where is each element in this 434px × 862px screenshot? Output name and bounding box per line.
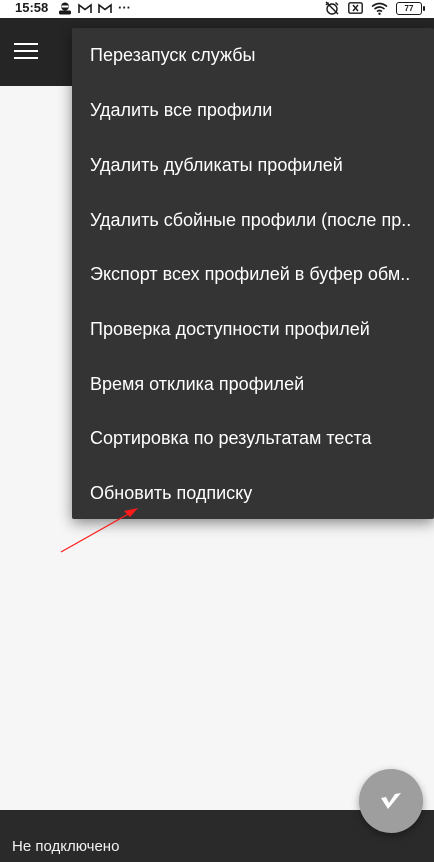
wifi-icon — [371, 2, 388, 15]
menu-item-export-all-profiles[interactable]: Экспорт всех профилей в буфер обм.. — [72, 247, 434, 301]
battery-icon: 77 — [396, 1, 425, 15]
no-sim-icon — [348, 2, 363, 14]
menu-item-profile-response-time[interactable]: Время отклика профилей — [72, 357, 434, 411]
alarm-off-icon — [325, 1, 339, 15]
annotation-arrow-icon — [60, 508, 138, 553]
status-time: 15:58 — [15, 0, 49, 15]
menu-item-sort-by-test-results[interactable]: Сортировка по результатам теста — [72, 411, 434, 465]
v-logo-icon — [381, 793, 401, 809]
status-bar: 15:58 ··· 77 — [0, 0, 434, 18]
menu-item-check-profile-availability[interactable]: Проверка доступности профилей — [72, 302, 434, 356]
app-notification-icon — [59, 2, 71, 14]
status-right-icons: 77 — [324, 0, 425, 16]
connection-status-text: Не подключено — [12, 838, 120, 855]
more-notifications-indicator: ··· — [118, 0, 131, 15]
menu-item-delete-failed-profiles[interactable]: Удалить сбойные профили (после пр.. — [72, 193, 434, 247]
gmail-icon — [98, 2, 112, 13]
gmail-icon — [78, 2, 92, 13]
menu-item-delete-duplicate-profiles[interactable]: Удалить дубликаты профилей — [72, 138, 434, 192]
overflow-menu: Перезапуск службы Удалить все профили Уд… — [72, 28, 434, 519]
status-left-icons: ··· — [58, 0, 131, 16]
hamburger-icon[interactable] — [14, 43, 38, 61]
menu-item-restart-service[interactable]: Перезапуск службы — [72, 28, 434, 82]
battery-level: 77 — [404, 3, 414, 13]
menu-item-delete-all-profiles[interactable]: Удалить все профили — [72, 83, 434, 137]
connect-fab-button[interactable] — [359, 769, 423, 833]
